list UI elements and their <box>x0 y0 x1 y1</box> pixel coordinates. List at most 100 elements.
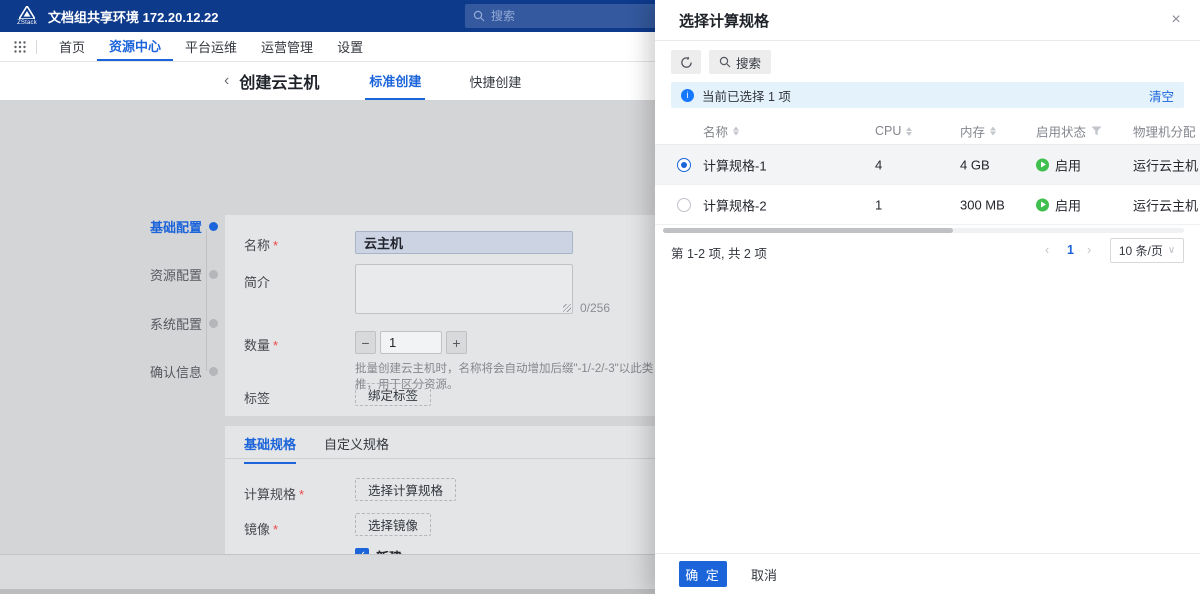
column-memory[interactable]: 内存 <box>960 122 997 141</box>
refresh-button[interactable] <box>671 50 701 74</box>
column-host-allocation[interactable]: 物理机分配 <box>1133 122 1200 141</box>
global-search[interactable] <box>465 4 685 28</box>
table-header: 名称 CPU 内存 启用状态 物理机分配 <box>655 118 1200 145</box>
search-icon <box>473 10 485 22</box>
radio-unselected[interactable] <box>677 197 691 212</box>
table-row[interactable]: 计算规格-2 1 300 MB 启用 运行云主机 <box>655 185 1200 225</box>
selection-info-bar: i 当前已选择 1 项 清空 <box>671 82 1184 108</box>
step-dot <box>209 319 218 328</box>
spec-tabs: 基础规格 自定义规格 <box>244 434 417 464</box>
basic-config-card: 名称* 简介 0/256 数量* − + 批量创建云主机时，名称将会自动增加后缀… <box>225 215 673 416</box>
step-confirm-info[interactable]: 确认信息 <box>138 362 218 381</box>
spec-name: 计算规格-2 <box>703 198 767 213</box>
spec-cpu: 4 <box>875 157 883 172</box>
nav-item-resource-center[interactable]: 资源中心 <box>97 32 174 61</box>
name-label: 名称 * <box>244 238 279 253</box>
sort-icon[interactable] <box>733 126 740 136</box>
quantity-input[interactable] <box>380 331 442 354</box>
spec-state: 启用 <box>1036 155 1081 174</box>
char-counter: 0/256 <box>580 301 611 315</box>
chevron-down-icon: ∨ <box>1167 245 1176 256</box>
quantity-stepper: − + <box>355 331 467 354</box>
info-icon: i <box>681 88 694 102</box>
screen: ZStack 文档组共享环境 172.20.12.22 首页 资源中心 平台运维 <box>0 0 1200 594</box>
enabled-status-icon <box>1036 158 1049 171</box>
page-title: 创建云主机 <box>239 75 320 92</box>
drawer-title: 选择计算规格 <box>679 12 770 30</box>
tabs-divider <box>225 458 673 459</box>
refresh-icon <box>680 56 692 68</box>
drawer-footer: 确 定 取消 <box>655 553 1200 594</box>
description-label: 简介 <box>244 275 271 290</box>
sort-icon[interactable] <box>990 126 997 136</box>
increment-button[interactable]: + <box>446 331 467 354</box>
page-size-select[interactable]: 10 条/页 ∨ <box>1110 238 1184 263</box>
next-page-icon[interactable]: › <box>1087 243 1091 257</box>
spec-cpu: 1 <box>875 197 883 212</box>
step-system-config[interactable]: 系统配置 <box>138 314 218 333</box>
radio-selected[interactable] <box>677 157 691 172</box>
zstack-logo: ZStack <box>14 6 40 26</box>
total-count-text: 第 1-2 项, 共 2 项 <box>671 247 767 261</box>
tag-label: 标签 <box>244 391 271 406</box>
spec-state: 启用 <box>1036 195 1081 214</box>
spec-policy: 运行云主机 <box>1133 158 1199 173</box>
bind-tag-button[interactable]: 绑定标签 <box>355 383 432 406</box>
drawer-header: 选择计算规格 × <box>655 0 1200 41</box>
confirm-button[interactable]: 确 定 <box>679 561 727 587</box>
select-image-button[interactable]: 选择镜像 <box>355 513 432 536</box>
nav-item-platform-ops[interactable]: 平台运维 <box>173 32 249 61</box>
cancel-button[interactable]: 取消 <box>751 565 777 584</box>
tab-basic-spec[interactable]: 基础规格 <box>244 434 297 464</box>
scrollbar-thumb[interactable] <box>663 228 953 233</box>
description-textarea[interactable] <box>355 264 573 314</box>
spec-memory: 300 MB <box>960 197 1005 212</box>
spec-name: 计算规格-1 <box>703 158 767 173</box>
app-grid-icon[interactable] <box>0 32 36 61</box>
step-dot <box>209 270 218 279</box>
count-label: 数量 * <box>244 338 279 353</box>
search-button[interactable]: 搜索 <box>709 50 772 74</box>
step-resource-config[interactable]: 资源配置 <box>138 265 218 284</box>
nav-item-home[interactable]: 首页 <box>47 32 97 61</box>
sort-icon[interactable] <box>906 126 913 136</box>
decrement-button[interactable]: − <box>355 331 376 354</box>
environment-title: 文档组共享环境 172.20.12.22 <box>48 9 219 25</box>
image-label: 镜像 * <box>244 522 279 537</box>
page-number[interactable]: 1 <box>1067 243 1074 257</box>
name-input[interactable] <box>355 231 573 254</box>
spec-policy: 运行云主机 <box>1133 198 1199 213</box>
back-icon[interactable]: ‹ <box>224 62 229 100</box>
nav-item-settings[interactable]: 设置 <box>325 32 375 61</box>
column-state[interactable]: 启用状态 <box>1036 122 1102 141</box>
search-icon <box>719 56 731 68</box>
create-mode-tabs: 标准创建 快捷创建 <box>365 62 565 100</box>
table-row[interactable]: 计算规格-1 4 4 GB 启用 运行云主机 <box>655 145 1200 185</box>
horizontal-scrollbar[interactable] <box>663 228 1184 233</box>
nav-divider <box>36 39 37 54</box>
brand-name: ZStack <box>17 20 37 26</box>
close-icon[interactable]: × <box>1166 10 1186 30</box>
global-search-input[interactable] <box>491 9 651 23</box>
clear-selection-link[interactable]: 清空 <box>1149 86 1174 105</box>
select-compute-spec-drawer: 选择计算规格 × 搜索 i 当前已选择 1 项 清空 名称 CPU 内存 启用状… <box>655 0 1200 594</box>
steps-connector <box>206 229 207 371</box>
spec-memory: 4 GB <box>960 157 990 172</box>
zstack-logo-icon <box>19 6 35 19</box>
enabled-status-icon <box>1036 198 1049 211</box>
column-name[interactable]: 名称 <box>703 122 740 141</box>
column-cpu[interactable]: CPU <box>875 124 913 138</box>
step-basic-config[interactable]: 基础配置 <box>138 217 218 236</box>
pagination: 第 1-2 项, 共 2 项 ‹ 1 › 10 条/页 ∨ <box>655 238 1200 264</box>
nav-item-operation-mgmt[interactable]: 运营管理 <box>249 32 325 61</box>
step-dot <box>209 367 218 376</box>
tab-standard-create[interactable]: 标准创建 <box>365 62 426 100</box>
tab-custom-spec[interactable]: 自定义规格 <box>324 434 389 464</box>
tab-quick-create[interactable]: 快捷创建 <box>465 62 525 100</box>
prev-page-icon[interactable]: ‹ <box>1045 243 1049 257</box>
select-compute-spec-button[interactable]: 选择计算规格 <box>355 478 457 501</box>
compute-spec-label: 计算规格 * <box>244 487 305 502</box>
filter-icon[interactable] <box>1091 126 1102 137</box>
step-dot <box>209 222 218 231</box>
selection-count-text: 当前已选择 1 项 <box>702 89 791 104</box>
